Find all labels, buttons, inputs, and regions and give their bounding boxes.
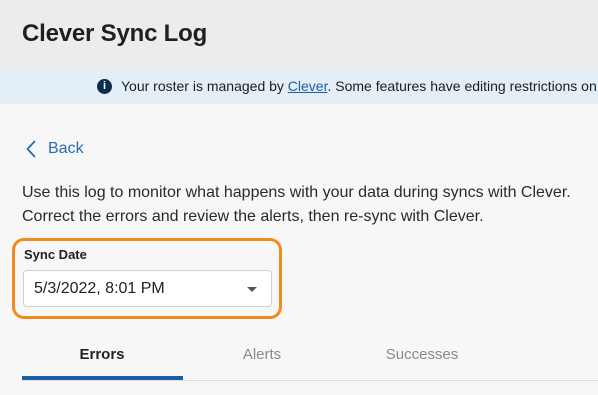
tab-errors[interactable]: Errors — [22, 336, 182, 380]
description-line-2: Correct the errors and review the alerts… — [22, 208, 484, 225]
tab-alerts[interactable]: Alerts — [182, 336, 342, 380]
chevron-down-icon — [247, 287, 257, 292]
page-header: Clever Sync Log — [0, 0, 598, 68]
info-icon: i — [97, 79, 112, 94]
info-banner: i Your roster is managed by Clever. Some… — [0, 68, 598, 104]
tabs-divider — [22, 380, 598, 381]
clever-link[interactable]: Clever — [288, 78, 328, 94]
sync-date-value: 5/3/2022, 8:01 PM — [34, 280, 165, 297]
back-label: Back — [48, 140, 84, 157]
sync-date-label: Sync Date — [24, 247, 87, 262]
sync-date-select[interactable]: 5/3/2022, 8:01 PM — [23, 270, 272, 307]
log-tabs: Errors Alerts Successes — [22, 336, 598, 380]
description-line-1: Use this log to monitor what happens wit… — [22, 184, 571, 201]
back-link[interactable]: Back — [26, 138, 84, 160]
tab-successes[interactable]: Successes — [342, 336, 502, 380]
banner-text-after: . Some features have editing restriction… — [327, 78, 597, 94]
chevron-left-icon — [26, 140, 36, 158]
banner-text-before: Your roster is managed by — [121, 78, 288, 94]
page-title: Clever Sync Log — [22, 20, 208, 47]
page-description: Use this log to monitor what happens wit… — [22, 181, 592, 229]
banner-message: Your roster is managed by Clever. Some f… — [121, 78, 597, 94]
